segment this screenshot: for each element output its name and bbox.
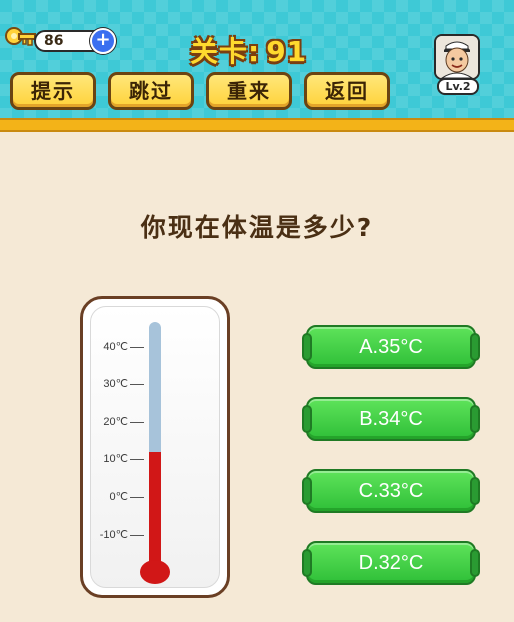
- back-button[interactable]: 返回: [304, 72, 390, 110]
- tick-mark: [130, 459, 144, 460]
- avatar-icon: [436, 36, 478, 78]
- answer-option-d[interactable]: D.32°C: [302, 541, 480, 585]
- header-divider: [0, 118, 514, 132]
- answer-label: B.34°C: [359, 408, 423, 430]
- level-label: 关卡:: [190, 35, 261, 68]
- tick-label-10: 10℃: [103, 453, 128, 465]
- player-avatar[interactable]: [434, 34, 480, 80]
- tick-mark: [130, 384, 144, 385]
- tick-label-40: 40℃: [103, 341, 128, 353]
- tick-mark: [130, 347, 144, 348]
- tick-mark: [130, 497, 144, 498]
- tick-label-20: 20℃: [103, 416, 128, 428]
- answer-label: D.32°C: [358, 552, 424, 574]
- level-title: 关卡: 91: [190, 30, 370, 70]
- tick-label-30: 30℃: [103, 378, 128, 390]
- tick-label-minus10: -10℃: [99, 529, 128, 541]
- hint-button[interactable]: 提示: [10, 72, 96, 110]
- level-number: 91: [266, 35, 308, 68]
- answer-label: C.33°C: [358, 480, 424, 502]
- tick-mark: [130, 535, 144, 536]
- answer-option-c[interactable]: C.33°C: [302, 469, 480, 513]
- skip-button[interactable]: 跳过: [108, 72, 194, 110]
- tick-label-0: 0℃: [109, 491, 128, 503]
- question-text: 你现在体温是多少?: [140, 213, 374, 242]
- key-icon: [5, 27, 36, 46]
- tick-mark: [130, 422, 144, 423]
- mercury-column: [149, 452, 161, 564]
- player-level-badge: Lv.2: [437, 78, 479, 95]
- thermometer-bulb: [140, 560, 170, 584]
- answer-option-a[interactable]: A.35°C: [302, 325, 480, 369]
- add-coins-button[interactable]: +: [90, 28, 116, 54]
- thermometer-tube: [149, 322, 161, 454]
- restart-button[interactable]: 重来: [206, 72, 292, 110]
- plus-icon: +: [95, 29, 111, 50]
- answer-label: A.35°C: [359, 336, 423, 358]
- answer-option-b[interactable]: B.34°C: [302, 397, 480, 441]
